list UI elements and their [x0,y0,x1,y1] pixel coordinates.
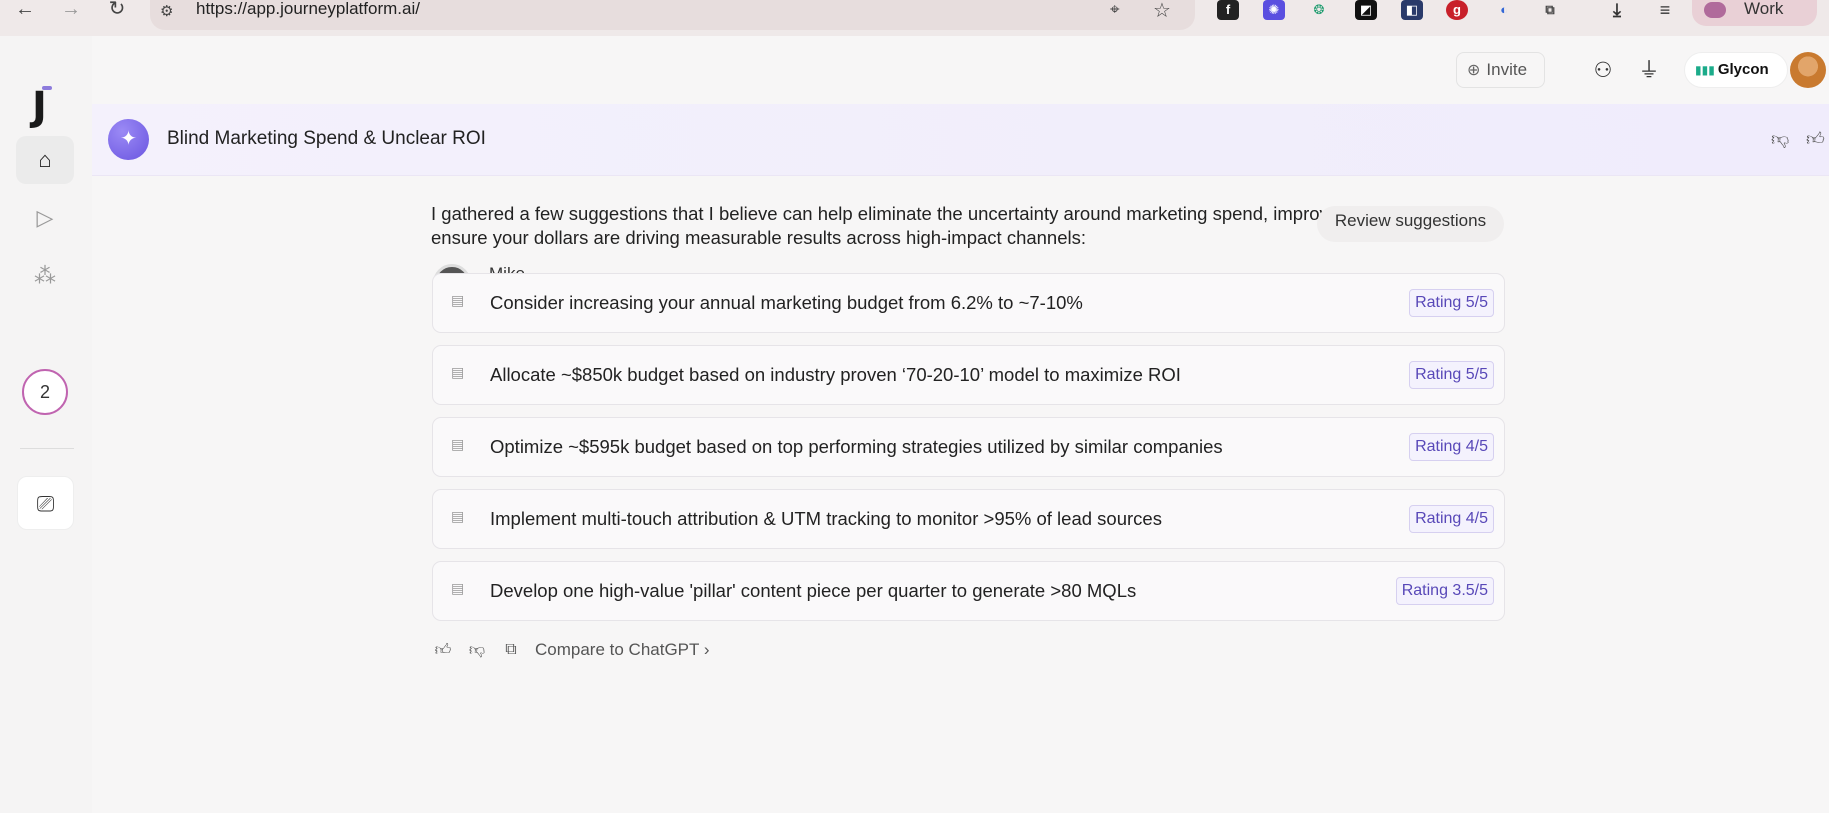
user-avatar[interactable] [1790,52,1826,88]
invite-label: Invite [1486,60,1528,79]
record-video-icon[interactable]: ⎚ [17,476,74,530]
puzzle-icon[interactable]: ⧉ [1539,0,1561,20]
video-library-icon[interactable]: ▷ [16,194,74,242]
document-icon: ▤ [451,292,465,308]
address-bar[interactable]: ⚙ https://app.journeyplatform.ai/ ⌖ ☆ [150,0,1195,30]
home-icon[interactable]: ⌂ [16,136,74,184]
rating-badge: Rating 5/5 [1409,361,1494,389]
plus-circle-icon: ⊕ [1467,62,1481,79]
rating-badge: Rating 3.5/5 [1395,577,1494,605]
signal-bars-icon: ▮▮▮ [1695,63,1715,77]
app-logo[interactable]: J [32,84,60,130]
reload-icon[interactable]: ↻ [104,0,130,22]
site-settings-icon[interactable]: ⚙ [160,2,182,20]
rating-badge: Rating 4/5 [1409,505,1494,533]
location-icon[interactable]: ⌖ [1110,0,1120,20]
left-rail: J ⌂ ▷ ⁂ 2 ⎚ [0,36,92,813]
suggestion-list: ▤ Consider increasing your annual market… [432,273,1505,633]
document-icon: ▤ [451,508,465,524]
apps-icon[interactable]: ⁂ [16,252,74,300]
account-switcher[interactable]: ▮▮▮ Glycon [1684,52,1788,88]
suggestion-text: Develop one high-value 'pillar' content … [490,580,1137,601]
suggestion-text: Implement multi-touch attribution & UTM … [490,508,1162,529]
document-icon: ▤ [451,580,465,596]
copy-icon[interactable]: ⧉ [501,641,521,659]
bookmark-star-icon[interactable]: ☆ [1153,0,1171,23]
extension-icon[interactable]: ◩ [1355,0,1377,20]
logo-accent [42,86,52,90]
thumbs-up-icon[interactable]: 👍︎ [433,641,453,660]
suggestion-text: Optimize ~$595k budget based on top perf… [490,436,1223,457]
suggestion-item[interactable]: ▤ Allocate ~$850k budget based on indust… [432,345,1505,405]
extension-icon[interactable]: g [1446,0,1468,20]
chevron-right-icon: › [703,640,710,659]
profile-avatar-icon [1704,2,1726,18]
notification-count-badge[interactable]: 2 [22,369,68,415]
rating-badge: Rating 4/5 [1409,433,1494,461]
suggestion-item[interactable]: ▤ Optimize ~$595k budget based on top pe… [432,417,1505,477]
extension-icon[interactable]: ◐ [1493,0,1515,20]
extension-icon[interactable]: f [1217,0,1239,20]
suggestion-text: Consider increasing your annual marketin… [490,292,1083,313]
download-icon[interactable]: ⤓ [1606,0,1628,20]
document-icon: ▤ [451,436,465,452]
browser-profile-button[interactable]: Work [1692,0,1817,26]
rail-divider [20,448,74,449]
extension-icon[interactable]: ◧ [1401,0,1423,20]
conversation-header: ✦ Blind Marketing Spend & Unclear ROI 👎︎… [92,104,1829,176]
profile-label: Work [1744,0,1784,18]
browser-toolbar: ← → ↻ ⚙ https://app.journeyplatform.ai/ … [0,0,1829,36]
thumbs-down-icon[interactable]: 👎︎ [1771,128,1789,150]
url-text[interactable]: https://app.journeyplatform.ai/ [196,0,420,18]
back-icon[interactable]: ← [12,0,38,22]
account-name: Glycon [1717,61,1769,78]
sparkle-icon: ✦ [108,119,149,160]
compare-label: Compare to ChatGPT [535,640,700,659]
thumbs-down-icon[interactable]: 👎︎ [467,641,487,660]
review-suggestions-button[interactable]: Review suggestions [1317,206,1504,242]
plug-icon[interactable]: ⏚ [1634,56,1664,86]
suggestion-item[interactable]: ▤ Consider increasing your annual market… [432,273,1505,333]
users-icon[interactable]: ⚇ [1588,56,1618,86]
compare-to-chatgpt-link[interactable]: Compare to ChatGPT › [535,640,710,660]
invite-button[interactable]: ⊕ Invite [1456,52,1545,88]
rating-badge: Rating 5/5 [1409,289,1494,317]
page-title: Blind Marketing Spend & Unclear ROI [167,128,486,149]
document-icon: ▤ [451,364,465,380]
suggestion-text: Allocate ~$850k budget based on industry… [490,364,1181,385]
thumbs-up-icon[interactable]: 👍︎ [1806,128,1825,150]
forward-icon[interactable]: → [58,0,84,22]
suggestion-item[interactable]: ▤ Develop one high-value 'pillar' conten… [432,561,1505,621]
extension-icon[interactable]: ✺ [1263,0,1285,20]
media-icon[interactable]: ≡ [1654,0,1676,20]
suggestion-item[interactable]: ▤ Implement multi-touch attribution & UT… [432,489,1505,549]
extension-icon[interactable]: ❂ [1308,0,1330,20]
